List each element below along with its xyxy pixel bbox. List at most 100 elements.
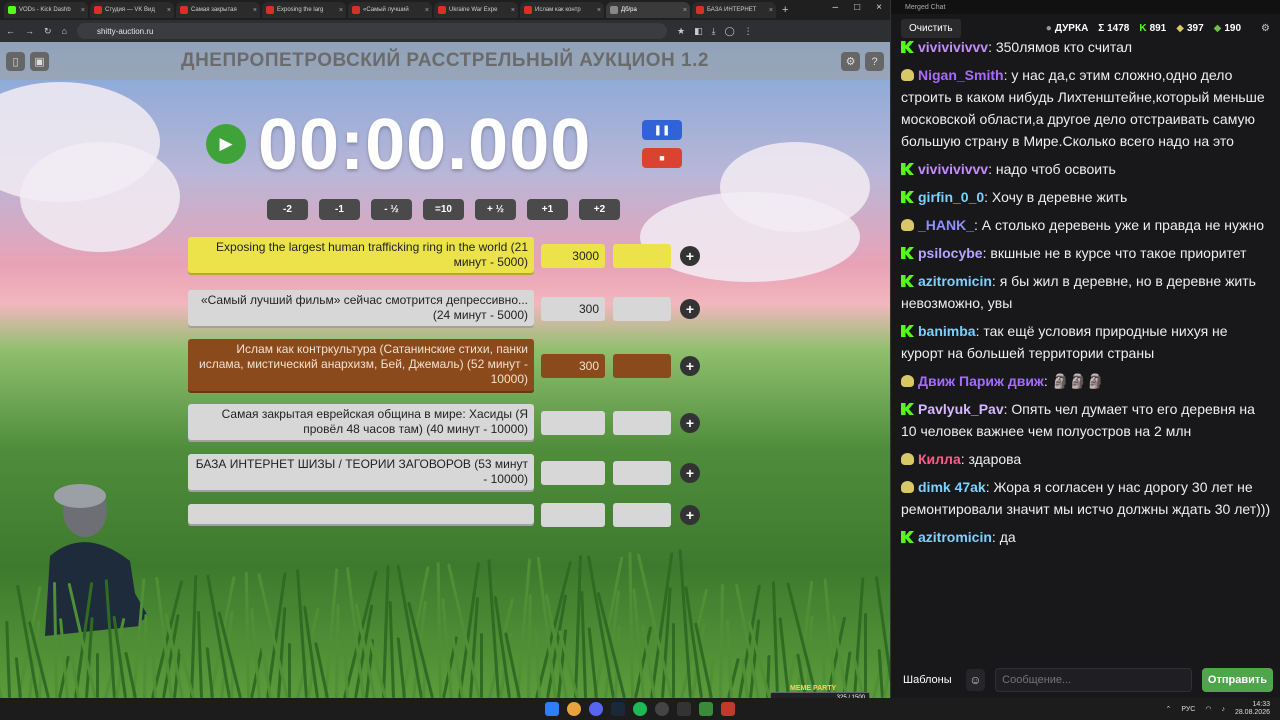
lot-add-amount-field[interactable] <box>613 244 671 268</box>
chevron-up-icon[interactable]: ⌃ <box>1165 705 1171 713</box>
close-tab-icon[interactable]: × <box>81 7 85 14</box>
chat-username[interactable]: _HANK_ <box>918 217 974 233</box>
chat-username[interactable]: psilocybe <box>918 245 983 261</box>
add-amount-button[interactable]: + <box>680 463 700 483</box>
chat-username[interactable]: azitromicin <box>918 529 992 545</box>
save-icon[interactable]: ▣ <box>30 52 49 71</box>
add-amount-button[interactable]: + <box>680 356 700 376</box>
browser-tab[interactable]: VODs - Kick Dashb × <box>4 2 88 18</box>
add-amount-button[interactable]: + <box>680 299 700 319</box>
time-step-button[interactable]: +1 <box>527 199 568 220</box>
chat-username[interactable]: girfin_0_0 <box>918 189 984 205</box>
lot-add-amount-field[interactable] <box>613 461 671 485</box>
start-icon[interactable] <box>545 702 559 716</box>
obs-icon[interactable] <box>655 702 669 716</box>
spotify-icon[interactable] <box>633 702 647 716</box>
time-step-button[interactable]: =10 <box>423 199 464 220</box>
send-button[interactable]: Отправить <box>1201 668 1273 692</box>
lot-name-field[interactable]: «Самый лучший фильм» сейчас смотрится де… <box>188 290 534 328</box>
profile-icon[interactable]: ◯ <box>725 26 735 37</box>
app-icon[interactable] <box>721 702 735 716</box>
close-window-icon[interactable]: × <box>876 2 882 13</box>
time-step-button[interactable]: -2 <box>267 199 308 220</box>
add-amount-button[interactable]: + <box>680 505 700 525</box>
pause-button[interactable]: ❚❚ <box>642 120 682 140</box>
close-tab-icon[interactable]: × <box>597 7 601 14</box>
chat-username[interactable]: azitromicin <box>918 273 992 289</box>
time-step-button[interactable]: - ½ <box>371 199 412 220</box>
lot-name-field[interactable]: Ислам как контркультура (Сатанинские сти… <box>188 339 534 393</box>
reload-icon[interactable]: ↻ <box>44 26 52 37</box>
settings-icon[interactable]: ⚙ <box>841 52 860 71</box>
lot-name-field[interactable]: Самая закрытая еврейская община в мире: … <box>188 404 534 442</box>
templates-button[interactable]: Шаблоны <box>899 670 956 690</box>
lot-name-field[interactable]: БАЗА ИНТЕРНЕТ ШИЗЫ / ТЕОРИИ ЗАГОВОРОВ (5… <box>188 454 534 492</box>
browser-tab[interactable]: Самая закрытая × <box>176 2 260 18</box>
chat-username[interactable]: Pavlyuk_Pav <box>918 401 1004 417</box>
lot-name-field[interactable] <box>188 504 534 526</box>
browser-tab[interactable]: «Самый лучший × <box>348 2 432 18</box>
app-icon[interactable] <box>699 702 713 716</box>
clock[interactable]: 14:33 28.08.2026 <box>1235 701 1270 717</box>
back-icon[interactable]: ← <box>6 26 15 36</box>
time-step-button[interactable]: + ½ <box>475 199 516 220</box>
lot-amount-field[interactable]: 300 <box>541 354 605 378</box>
menu-icon[interactable]: ⋮ <box>744 26 753 37</box>
add-amount-button[interactable]: + <box>680 246 700 266</box>
settings-icon[interactable]: ⚙ <box>1261 23 1270 34</box>
emoji-button[interactable]: ☺ <box>965 669 986 691</box>
chat-username[interactable]: dimk 47ak <box>918 479 986 495</box>
wifi-icon[interactable]: ◠ <box>1205 705 1211 713</box>
lot-amount-field[interactable] <box>541 461 605 485</box>
help-icon[interactable]: ? <box>865 52 884 71</box>
stop-button[interactable]: ■ <box>642 148 682 168</box>
chat-username[interactable]: vivivivivvv <box>918 39 988 55</box>
download-icon[interactable]: ⤓ <box>712 26 716 37</box>
close-tab-icon[interactable]: × <box>339 7 343 14</box>
close-tab-icon[interactable]: × <box>683 7 687 14</box>
close-tab-icon[interactable]: × <box>425 7 429 14</box>
lot-add-amount-field[interactable] <box>613 503 671 527</box>
steam-icon[interactable] <box>611 702 625 716</box>
forward-icon[interactable]: → <box>25 26 34 36</box>
time-step-button[interactable]: -1 <box>319 199 360 220</box>
message-input[interactable] <box>995 668 1192 692</box>
bookmark-star-icon[interactable]: ★ <box>677 26 685 37</box>
sidebar-toggle-icon[interactable]: ▯ <box>6 52 25 71</box>
time-step-button[interactable]: +2 <box>579 199 620 220</box>
chrome-icon[interactable] <box>567 702 581 716</box>
close-tab-icon[interactable]: × <box>769 7 773 14</box>
lot-amount-field[interactable] <box>541 503 605 527</box>
url-field[interactable]: shitty-auction.ru <box>76 23 667 39</box>
play-button[interactable]: ▶ <box>206 124 246 164</box>
home-icon[interactable]: ⌂ <box>62 26 67 36</box>
add-amount-button[interactable]: + <box>680 413 700 433</box>
clear-chat-button[interactable]: Очистить <box>901 18 961 38</box>
new-tab-icon[interactable]: + <box>782 4 788 16</box>
chat-username[interactable]: Килла <box>918 451 961 467</box>
chat-username[interactable]: Движ Париж движ <box>918 373 1044 389</box>
chat-username[interactable]: banimba <box>918 323 976 339</box>
browser-tab[interactable]: Ukraine War Expe × <box>434 2 518 18</box>
minimize-icon[interactable]: – <box>833 2 839 13</box>
lot-amount-field[interactable] <box>541 411 605 435</box>
close-tab-icon[interactable]: × <box>511 7 515 14</box>
browser-tab[interactable]: Дб/ра × <box>606 2 690 18</box>
lot-amount-field[interactable]: 3000 <box>541 244 605 268</box>
lot-name-field[interactable]: Exposing the largest human trafficking r… <box>188 237 534 275</box>
lot-add-amount-field[interactable] <box>613 297 671 321</box>
browser-tab[interactable]: Студия — VK Вид × <box>90 2 174 18</box>
discord-icon[interactable] <box>589 702 603 716</box>
maximize-icon[interactable]: □ <box>854 2 860 13</box>
app-icon[interactable] <box>677 702 691 716</box>
close-tab-icon[interactable]: × <box>167 7 171 14</box>
lot-add-amount-field[interactable] <box>613 354 671 378</box>
close-tab-icon[interactable]: × <box>253 7 257 14</box>
lot-add-amount-field[interactable] <box>613 411 671 435</box>
chat-username[interactable]: Nigan_Smith <box>918 67 1004 83</box>
lang-indicator[interactable]: РУС <box>1181 706 1195 713</box>
browser-tab[interactable]: Exposing the larg × <box>262 2 346 18</box>
chat-username[interactable]: vivivivivvv <box>918 161 988 177</box>
lot-amount-field[interactable]: 300 <box>541 297 605 321</box>
volume-icon[interactable]: ♪ <box>1221 706 1225 713</box>
